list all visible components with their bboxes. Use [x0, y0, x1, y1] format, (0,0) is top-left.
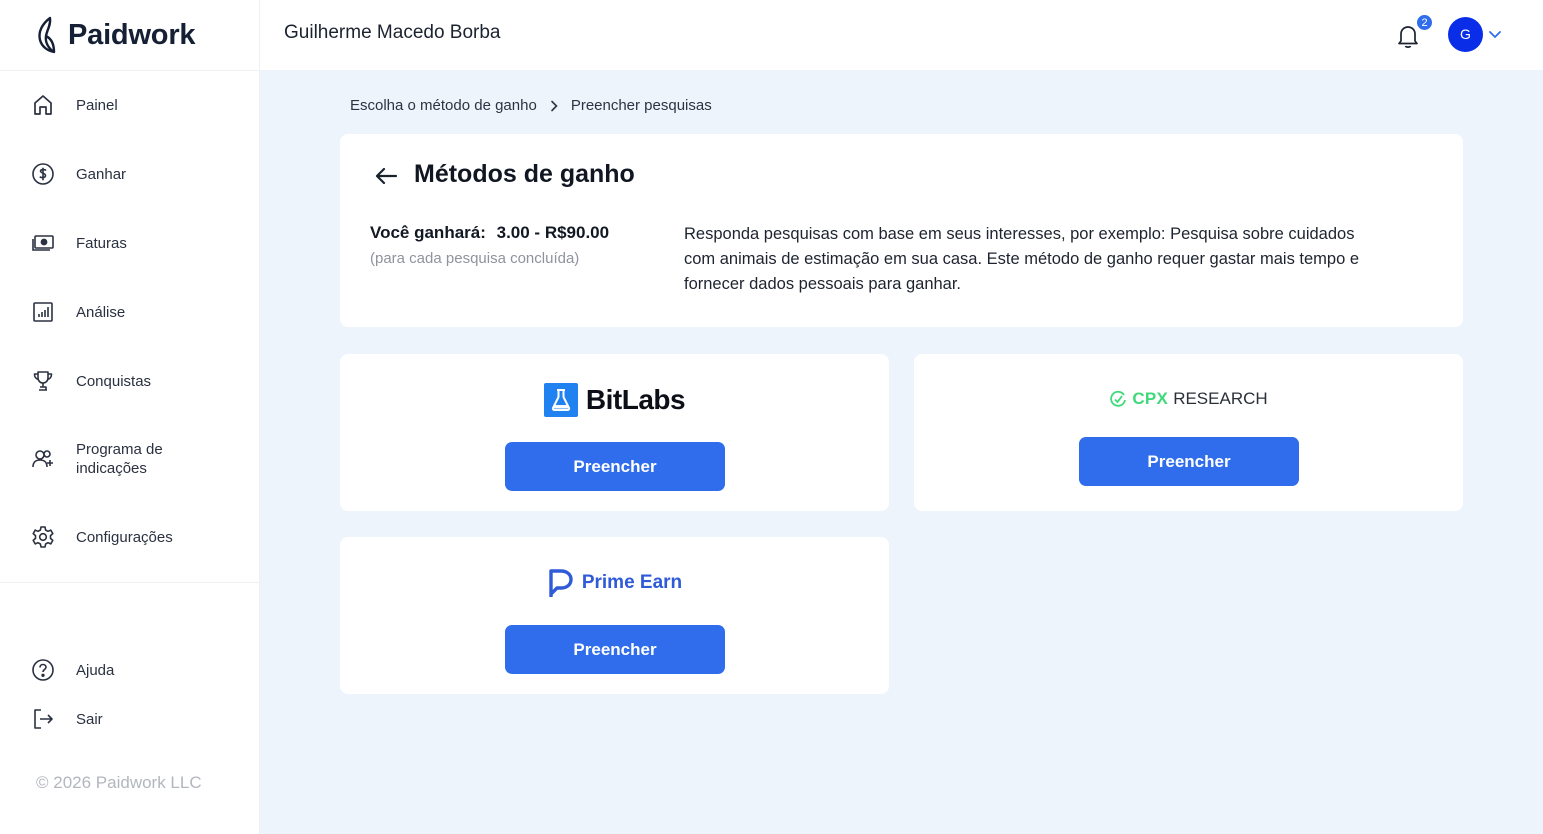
provider-card-cpx-research: CPX RESEARCH Preencher [914, 354, 1463, 511]
help-icon [32, 659, 54, 681]
sidebar-item-ajuda[interactable]: Ajuda [30, 657, 114, 683]
earn-amount: 3.00 - R$90.00 [496, 223, 610, 242]
earn-summary: Você ganhará: 3.00 - R$90.00 [370, 223, 609, 243]
arrow-left-icon[interactable] [372, 162, 400, 190]
logo[interactable]: Paidwork [36, 16, 196, 54]
method-description: Responda pesquisas com base em seus inte… [684, 225, 1360, 293]
sidebar-item-sair[interactable]: Sair [30, 706, 103, 732]
logo-text: Paidwork [68, 18, 196, 51]
referral-icon [32, 450, 53, 468]
sidebar-item-programa-de-indicacoes[interactable]: Programa de indicações [30, 440, 206, 478]
sidebar: Paidwork Painel Ganhar Faturas Análise C… [0, 0, 260, 834]
page-title: Métodos de ganho [414, 160, 635, 188]
user-name: Guilherme Macedo Borba [284, 22, 501, 43]
chevron-right-icon [551, 100, 558, 111]
logout-icon [34, 709, 53, 729]
fill-button-bitlabs[interactable]: Preencher [505, 442, 725, 491]
dollar-icon [32, 163, 54, 185]
sidebar-item-conquistas[interactable]: Conquistas [30, 368, 151, 394]
avatar[interactable]: G [1448, 17, 1483, 52]
chevron-down-icon[interactable] [1487, 26, 1503, 42]
sidebar-item-label: Painel [76, 96, 118, 114]
chart-icon [33, 302, 53, 322]
bitlabs-wordmark: BitLabs [585, 384, 686, 416]
bitlabs-wordmark-part2: Labs [621, 384, 686, 415]
sidebar-item-configuracoes[interactable]: Configurações [30, 524, 173, 550]
sidebar-item-painel[interactable]: Painel [30, 92, 118, 118]
bitlabs-wordmark-part1: Bit [585, 384, 622, 415]
copyright: © 2026 Paidwork LLC [36, 773, 202, 792]
home-icon [34, 95, 52, 115]
prime-earn-logo: Prime Earn [340, 567, 889, 599]
trophy-icon [33, 371, 53, 391]
sidebar-item-label: Configurações [76, 528, 173, 546]
gear-icon [32, 526, 54, 548]
prime-earn-wordmark: Prime Earn [581, 572, 683, 593]
sidebar-divider [0, 582, 259, 583]
cpx-research-logo: CPX RESEARCH [914, 389, 1463, 409]
notification-badge: 2 [1416, 14, 1433, 31]
sidebar-item-label: Programa de indicações [76, 441, 163, 477]
sidebar-item-faturas[interactable]: Faturas [30, 230, 127, 256]
sidebar-item-label: Sair [76, 710, 103, 728]
banknote-icon [32, 235, 54, 251]
provider-card-bitlabs: BitLabs Preencher [340, 354, 889, 511]
earn-subtext: (para cada pesquisa concluída) [370, 250, 580, 267]
sidebar-item-label: Ajuda [76, 661, 115, 679]
fill-button-prime-earn[interactable]: Preencher [505, 625, 725, 674]
earn-label: Você ganhará: [370, 223, 486, 242]
sidebar-item-ganhar[interactable]: Ganhar [30, 161, 126, 187]
flask-icon [543, 383, 578, 417]
sidebar-item-label: Faturas [76, 234, 127, 252]
sidebar-item-analise[interactable]: Análise [30, 299, 125, 325]
breadcrumb: Escolha o método de ganho Preencher pesq… [350, 97, 712, 114]
fill-button-cpx-research[interactable]: Preencher [1079, 437, 1299, 486]
research-wordmark: RESEARCH [1173, 389, 1268, 408]
paidwork-logo-icon [38, 16, 56, 54]
bitlabs-logo: BitLabs [340, 383, 889, 417]
breadcrumb-item[interactable]: Escolha o método de ganho [350, 97, 537, 114]
cpx-wordmark: CPX [1132, 389, 1169, 408]
breadcrumb-item-current: Preencher pesquisas [570, 97, 712, 114]
provider-card-prime-earn: Prime Earn Preencher [340, 537, 889, 694]
earning-method-info-card: Métodos de ganho Você ganhará: 3.00 - R$… [340, 134, 1463, 327]
sidebar-item-label: Análise [76, 303, 126, 321]
top-bar: Guilherme Macedo Borba 2 G [260, 0, 1543, 70]
sidebar-item-label: Ganhar [76, 165, 127, 183]
prime-earn-p-icon [549, 569, 573, 597]
sidebar-divider [0, 70, 259, 71]
cpx-circle-icon [1110, 390, 1127, 407]
sidebar-item-label: Conquistas [76, 372, 152, 390]
